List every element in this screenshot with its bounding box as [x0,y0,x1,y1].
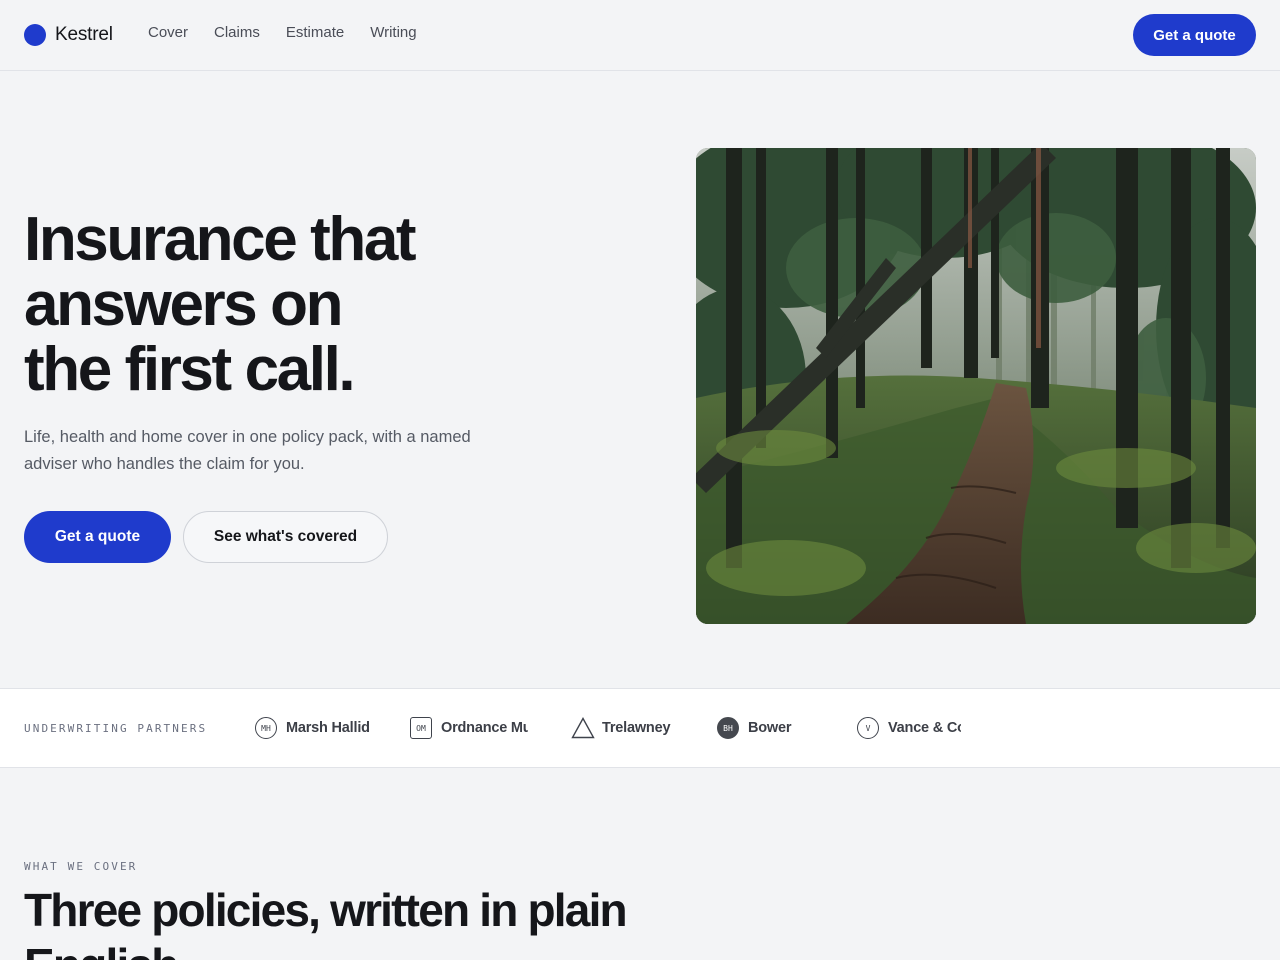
hero-title-line: the first call. [24,335,356,404]
square-outline-icon: OM [410,717,432,739]
triangle-outline-icon [571,717,595,739]
hero-subtitle: Life, health and home cover in one polic… [24,428,471,473]
partner-logo: BH Bower [717,716,835,740]
header-get-quote-button[interactable]: Get a quote [1133,14,1256,56]
see-coverage-button[interactable]: See what's covered [183,511,388,563]
partner-logo: OM Ordnance Mu [410,716,528,740]
partner-name: Marsh Hallid [286,720,370,736]
partner-name: Trelawney [602,720,671,736]
section-title: Three policies, written in plain English… [24,884,628,960]
nav-link-cover[interactable]: Cover [148,24,188,41]
circle-filled-icon: BH [717,717,739,739]
section-eyebrow: WHAT WE COVER [24,860,138,873]
logo-mark-icon [24,24,46,46]
partner-name: Bower [748,720,792,736]
hero-forest-image [696,148,1256,624]
nav-link-writing[interactable]: Writing [370,24,416,41]
nav-link-claims[interactable]: Claims [214,24,260,41]
partner-name: Ordnance Mu [441,720,528,736]
partners-strip: UNDERWRITING PARTNERS MH Marsh Hallid OM… [0,688,1280,768]
partner-name: Vance & Co [888,720,961,736]
main-nav: Cover Claims Estimate Writing [148,24,443,41]
forest-path-illustration [696,148,1256,624]
circle-outline-icon: V [857,717,879,739]
hero-title: Insurance that answers on the first call… [24,207,584,402]
site-header: Kestrel Cover Claims Estimate Writing Ge… [0,0,1280,71]
hero-get-quote-button[interactable]: Get a quote [24,511,171,563]
partners-label: UNDERWRITING PARTNERS [24,722,208,735]
partner-logo: MH Marsh Hallid [255,716,373,740]
circle-outline-icon: MH [255,717,277,739]
brand-name: Kestrel [55,24,113,45]
partner-logo: Trelawney [571,716,689,740]
nav-link-estimate[interactable]: Estimate [286,24,344,41]
partner-logo: V Vance & Co [857,716,961,740]
hero-title-line: answers on [24,270,344,339]
hero-title-line: Insurance that [24,205,417,274]
brand-logo[interactable]: Kestrel [24,23,113,47]
